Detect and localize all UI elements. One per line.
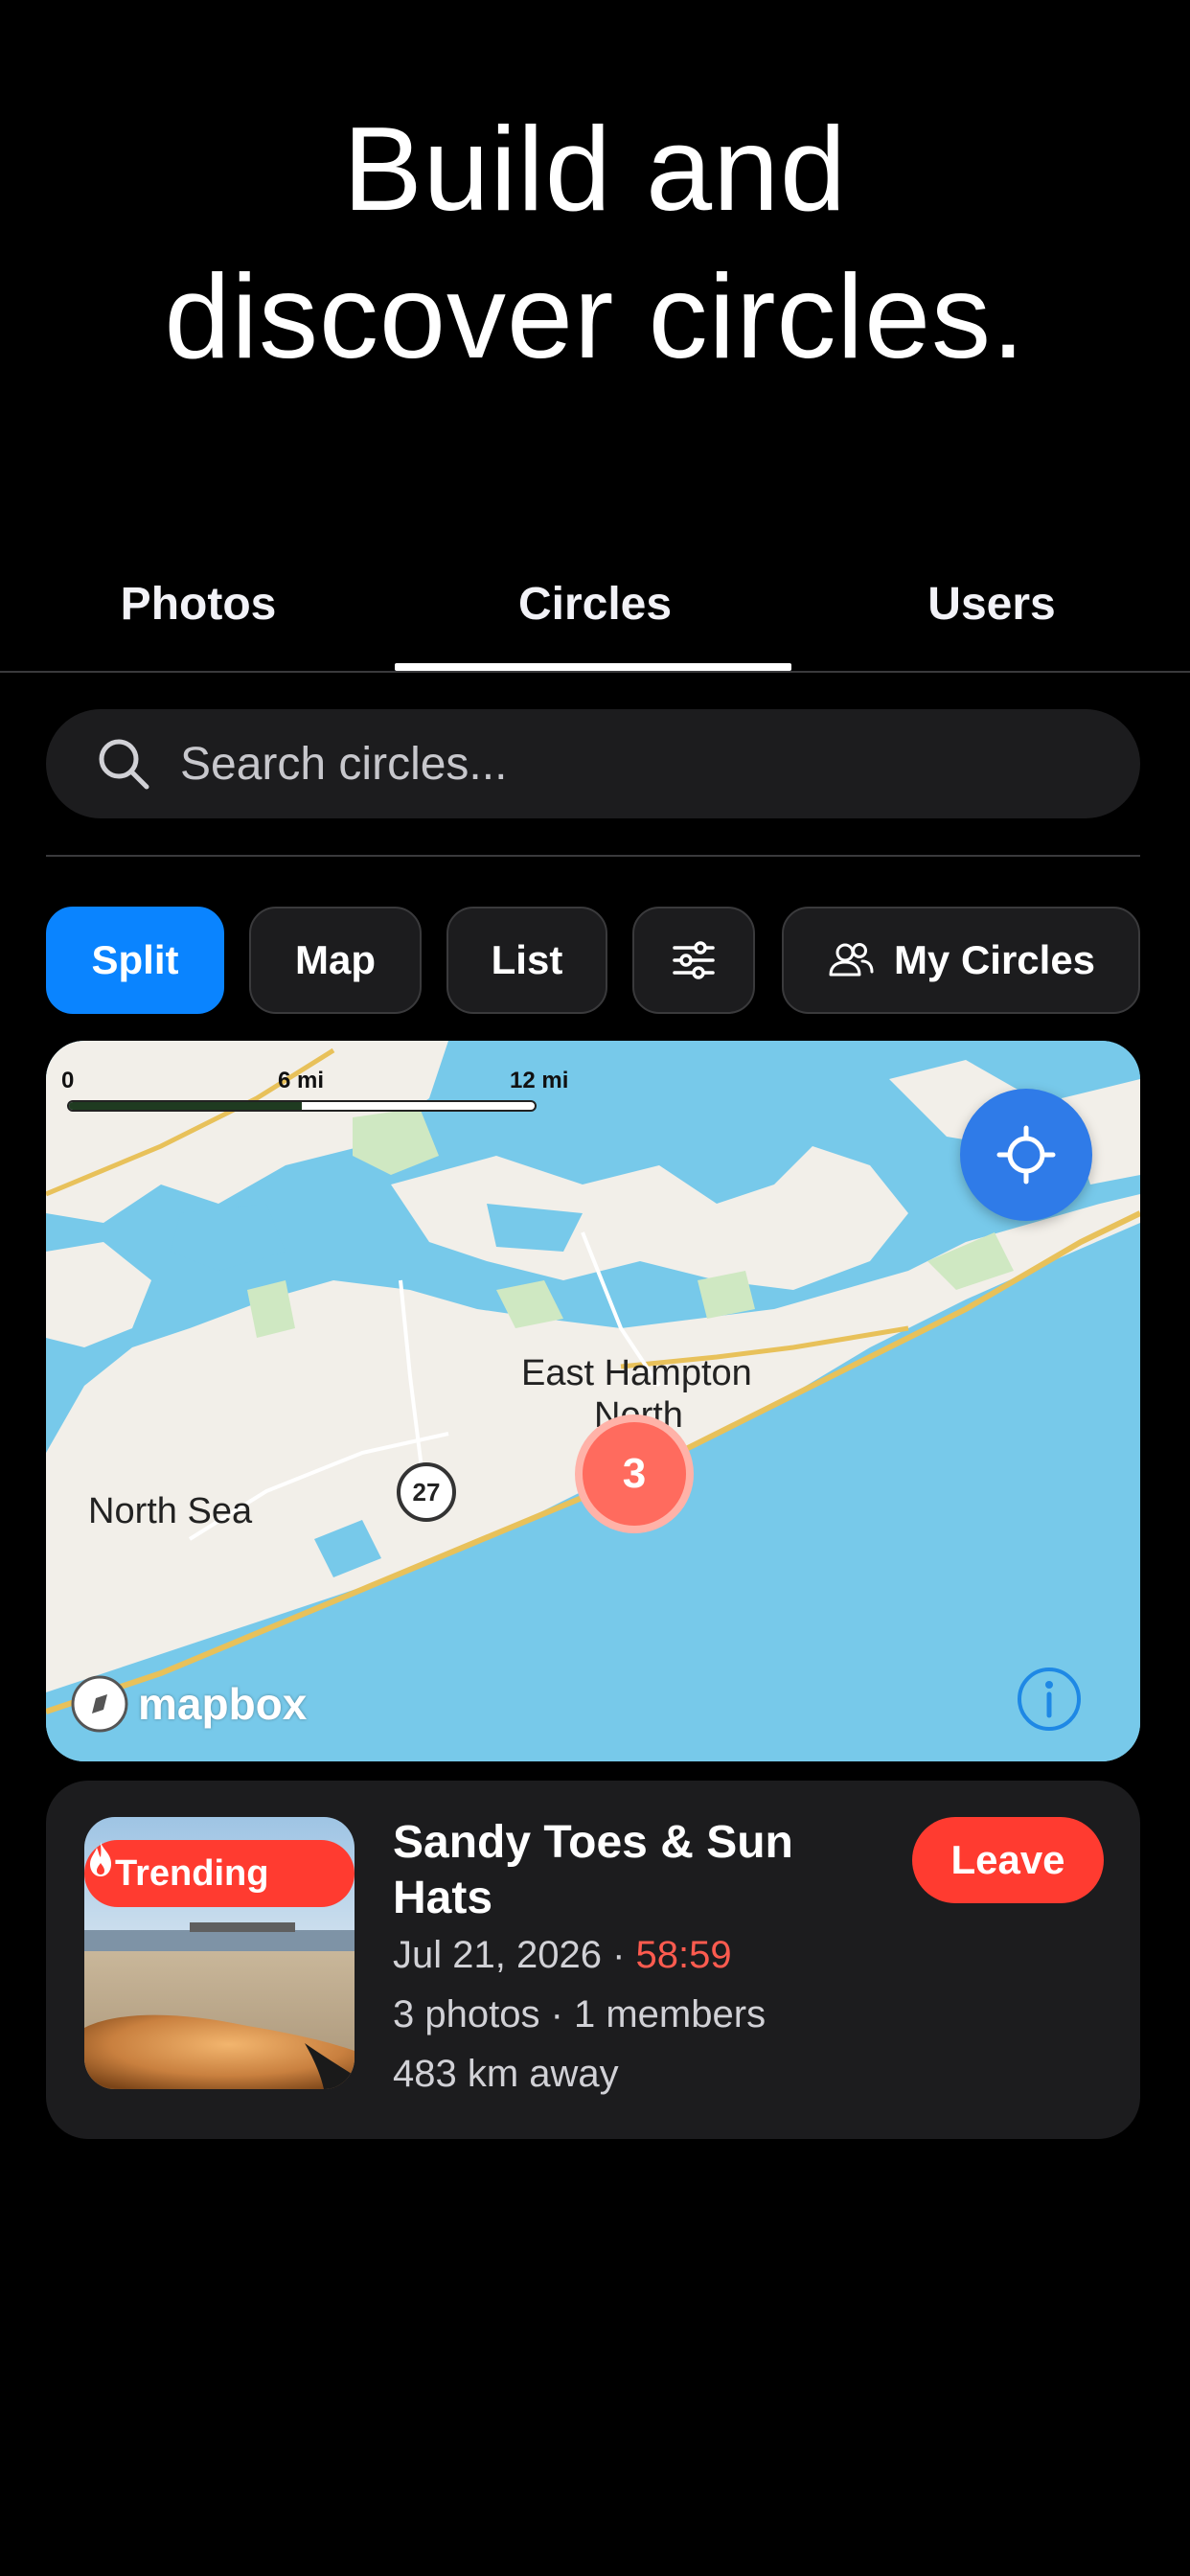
tab-circles[interactable]: Circles xyxy=(397,537,793,671)
place-label-east-hampton: East Hampton xyxy=(521,1353,752,1393)
mapbox-logo-icon xyxy=(71,1675,128,1733)
search-input[interactable]: Search circles... xyxy=(46,709,1140,818)
circle-card[interactable]: Trending Sandy Toes & Sun Hats Jul 21, 2… xyxy=(46,1781,1140,2139)
date-separator: · xyxy=(612,1934,626,1976)
map-view-button[interactable]: Map xyxy=(249,907,422,1014)
circle-title: Sandy Toes & Sun Hats xyxy=(393,1817,793,1923)
people-icon xyxy=(829,943,874,977)
headline: Build and discover circles. xyxy=(0,96,1190,391)
scale-bar-fill xyxy=(69,1102,302,1110)
mapbox-logo[interactable]: mapbox xyxy=(69,1673,307,1735)
filters-button[interactable] xyxy=(632,907,755,1014)
circle-thumbnail[interactable]: Trending xyxy=(84,1817,355,2089)
tab-photos[interactable]: Photos xyxy=(0,537,397,671)
search-icon xyxy=(99,739,149,790)
circle-distance: 483 km away xyxy=(393,2053,619,2095)
headline-line-1: Build and xyxy=(342,104,848,236)
active-tab-indicator xyxy=(395,663,791,671)
tab-users[interactable]: Users xyxy=(793,537,1190,671)
scale-label-zero: 0 xyxy=(61,1068,75,1093)
crosshair-icon xyxy=(996,1125,1056,1184)
circle-date-line: Jul 21, 2026 · 58:59 xyxy=(393,1934,732,1977)
place-label-north-sea: North Sea xyxy=(88,1491,253,1531)
locate-me-button[interactable] xyxy=(960,1089,1092,1221)
mapbox-wordmark: mapbox xyxy=(138,1679,308,1729)
flame-icon xyxy=(90,1842,111,1876)
trending-badge-label: Trending xyxy=(115,1852,269,1894)
circle-cluster-marker[interactable]: 3 xyxy=(575,1414,694,1533)
route-shield: 27 xyxy=(397,1462,456,1522)
circle-date: Jul 21, 2026 xyxy=(393,1934,602,1976)
scale-label-mid: 6 mi xyxy=(278,1068,325,1093)
trending-badge: Trending xyxy=(84,1840,355,1907)
circle-stats: 3 photos · 1 members xyxy=(393,1993,767,2036)
scale-label-max: 12 mi xyxy=(510,1068,569,1093)
my-circles-label: My Circles xyxy=(893,937,1096,982)
my-circles-button[interactable]: My Circles xyxy=(782,907,1140,1014)
leave-button[interactable]: Leave xyxy=(912,1817,1104,1903)
info-icon[interactable] xyxy=(1016,1666,1083,1733)
segment-tabs: Photos Circles Users xyxy=(0,537,1190,673)
map-view[interactable]: 0 6 mi 12 mi East Hampton North North Se… xyxy=(46,1041,1140,1761)
countdown-timer: 58:59 xyxy=(635,1934,732,1976)
sliders-icon xyxy=(673,941,715,979)
divider xyxy=(46,855,1140,857)
headline-line-2: discover circles. xyxy=(164,251,1026,383)
list-view-button[interactable]: List xyxy=(446,907,607,1014)
split-view-button[interactable]: Split xyxy=(46,907,224,1014)
search-placeholder: Search circles... xyxy=(180,738,508,790)
scale-bar xyxy=(67,1100,537,1112)
